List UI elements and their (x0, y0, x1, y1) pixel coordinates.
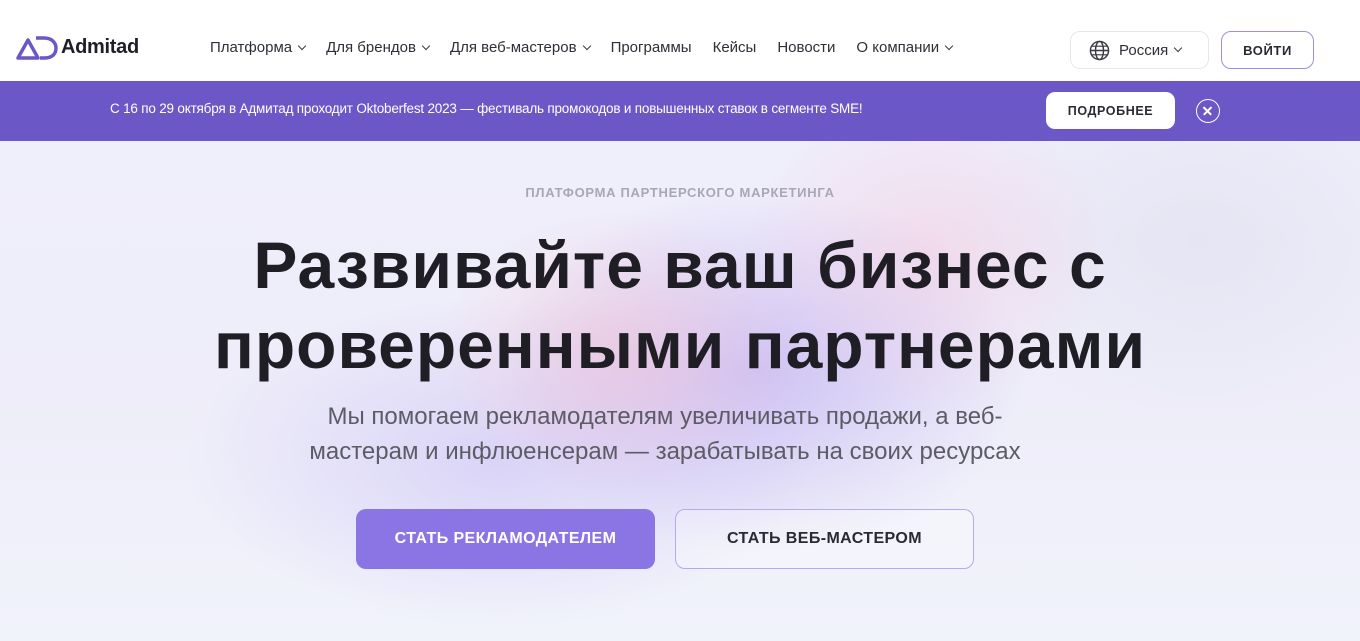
globe-icon (1089, 40, 1110, 60)
banner-more-button[interactable]: ПОДРОБНЕЕ (1046, 92, 1175, 129)
nav-item-programs[interactable]: Программы (611, 39, 692, 56)
region-label: Россия (1119, 41, 1169, 59)
become-webmaster-button[interactable]: СТАТЬ ВЕБ-МАСТЕРОМ (675, 509, 974, 569)
nav-item-brands[interactable]: Для брендов (326, 39, 431, 56)
nav-item-cases[interactable]: Кейсы (713, 39, 757, 56)
hero-subtitle-line-2: мастерам и инфлюенсерам — зарабатывать н… (309, 438, 1021, 465)
login-button[interactable]: ВОЙТИ (1221, 31, 1314, 69)
hero-title-line-2: проверенными партнерами (213, 308, 1147, 382)
nav-item-about[interactable]: О компании (856, 39, 954, 56)
nav-item-webmasters[interactable]: Для веб-мастеров (449, 39, 591, 56)
nav-item-platform[interactable]: Платформа (210, 39, 307, 56)
nav-label: Для веб-мастеров (449, 39, 577, 56)
admitad-logo-icon (16, 36, 58, 60)
nav-item-news[interactable]: Новости (777, 39, 835, 56)
promo-banner: С 16 по 29 октября в Адмитад проходит Ok… (0, 81, 1360, 141)
chevron-down-icon (582, 41, 591, 50)
nav-label: Платформа (210, 39, 293, 56)
site-header: Admitad Платформа Для брендов Для веб-ма… (0, 0, 1360, 81)
nav-label: Новости (777, 39, 836, 56)
hero-eyebrow: ПЛАТФОРМА ПАРТНЕРСКОГО МАРКЕТИНГА (525, 185, 835, 200)
become-advertiser-button[interactable]: СТАТЬ РЕКЛАМОДАТЕЛЕМ (356, 509, 655, 569)
chevron-down-icon (421, 41, 431, 50)
nav-label: Для брендов (326, 39, 416, 56)
chevron-down-icon (944, 41, 954, 50)
hero-title-line-1: Развивайте ваш бизнес с (253, 228, 1107, 302)
hero-subtitle: Мы помогаем рекламодателям увеличивать п… (250, 399, 1080, 469)
hero-subtitle-line-1: Мы помогаем рекламодателям увеличивать п… (327, 403, 1003, 430)
region-selector[interactable]: Россия (1070, 31, 1209, 69)
chevron-down-icon (1173, 43, 1183, 53)
nav-label: Программы (610, 39, 692, 56)
close-icon[interactable] (1196, 99, 1220, 123)
hero-title: Развивайте ваш бизнес с проверенными пар… (0, 225, 1360, 385)
main-nav: Платформа Для брендов Для веб-мастеров П… (210, 39, 973, 56)
logo-text: Admitad (61, 35, 139, 58)
banner-text: С 16 по 29 октября в Адмитад проходит Ok… (110, 101, 863, 116)
hero-section: ПЛАТФОРМА ПАРТНЕРСКОГО МАРКЕТИНГА Развив… (0, 141, 1360, 641)
nav-label: О компании (856, 39, 940, 56)
nav-label: Кейсы (712, 39, 757, 56)
chevron-down-icon (297, 41, 307, 50)
logo[interactable]: Admitad (16, 34, 139, 60)
